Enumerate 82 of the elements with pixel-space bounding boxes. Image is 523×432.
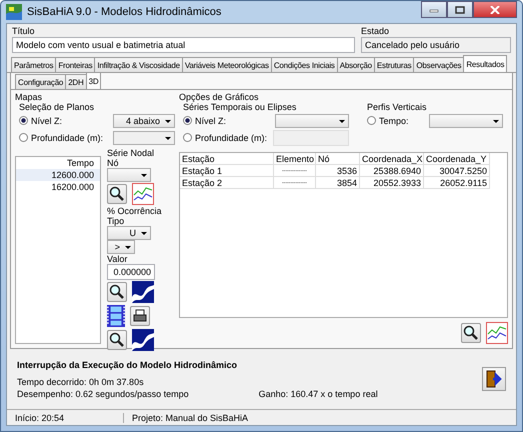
maximize-button[interactable] — [447, 1, 473, 18]
field-label: Tipo — [107, 216, 124, 226]
table-cell: Estação 2 — [180, 177, 274, 189]
dropdown[interactable]: > — [107, 240, 135, 254]
radio-option[interactable]: Profundidade (m): — [183, 132, 268, 142]
group-label: Mapas — [15, 92, 44, 102]
table-cell: 20552.3933 — [360, 177, 424, 189]
group-label: % Ocorrência — [107, 206, 162, 216]
close-icon — [490, 6, 500, 14]
radio-option[interactable]: Profundidade (m): — [19, 132, 104, 142]
minimize-icon — [429, 6, 439, 12]
minimize-button[interactable] — [421, 1, 447, 18]
window-title: SisBaHiA 9.0 - Modelos Hidrodinâmicos — [27, 6, 222, 18]
gain-text: Ganho: 160.47 x o tempo real — [258, 388, 378, 398]
maximize-icon — [455, 6, 465, 14]
tab[interactable]: Parâmetros — [11, 57, 56, 72]
group-label: Opções de Gráficos — [179, 92, 260, 102]
group-label: Perfis Verticais — [367, 102, 427, 112]
table-cell: Estação 1 — [180, 165, 274, 177]
search-button[interactable] — [461, 323, 481, 343]
column-header: Coordenada_Y — [424, 153, 490, 165]
line-chart-icon[interactable] — [132, 183, 154, 205]
tab[interactable]: Observações — [413, 57, 464, 72]
search-icon — [109, 284, 125, 300]
group-label: Séries Temporais ou Elipses — [183, 102, 296, 112]
dropdown[interactable]: U — [107, 226, 151, 240]
radio-option[interactable]: Nível Z: — [183, 116, 226, 126]
table-cell: 25388.6940 — [360, 165, 424, 177]
search-icon — [463, 325, 479, 341]
radio-option[interactable]: Nível Z: — [19, 116, 62, 126]
field-label: Estado — [361, 26, 390, 36]
search-button[interactable] — [107, 184, 127, 204]
title-field[interactable]: Modelo com vento usual e batimetria atual — [12, 37, 355, 53]
tab[interactable]: Resultados — [463, 55, 508, 72]
table-cell: 3536 — [316, 165, 360, 177]
tab[interactable]: Variáveis Meteorológicas — [182, 57, 272, 72]
tab[interactable]: Absorção — [336, 57, 375, 72]
field-label: Título — [12, 26, 36, 36]
search-button[interactable] — [107, 330, 127, 350]
list-item[interactable]: 16200.000 — [16, 181, 100, 193]
tab[interactable]: 3D — [86, 72, 102, 89]
column-header: Coordenada_X — [360, 153, 424, 165]
section-title: Interrupção da Execução do Modelo Hidrodinâmico — [17, 360, 238, 370]
exit-button[interactable] — [482, 367, 506, 391]
column-header: Tempo — [66, 157, 95, 169]
wave-map-icon[interactable] — [132, 329, 154, 351]
dropdown[interactable]: 4 abaixo — [113, 114, 175, 128]
status-field: Cancelado pelo usuário — [361, 37, 511, 53]
column-header: Nó — [316, 153, 360, 165]
tab[interactable]: Fronteiras — [55, 57, 96, 72]
status-text: Projeto: Manual do SisBaHiA — [131, 412, 250, 422]
line-chart-icon[interactable] — [486, 322, 508, 344]
tab[interactable]: Condições Iniciais — [270, 57, 338, 72]
list-item[interactable]: 12600.000 — [16, 169, 100, 181]
tab[interactable]: Infiltração & Viscosidade — [94, 57, 183, 72]
radio-option[interactable]: Tempo: — [367, 116, 409, 126]
field-label: Valor — [107, 254, 128, 264]
exit-door-icon — [485, 370, 503, 388]
search-icon — [109, 332, 125, 348]
group-label: Série Nodal — [107, 148, 154, 158]
film-strip-icon[interactable] — [107, 305, 125, 327]
table-cell: 3854 — [316, 177, 360, 189]
status-text: Início: 20:54 — [7, 412, 124, 422]
printer-icon — [133, 309, 147, 323]
tab[interactable]: 2DH — [65, 74, 87, 89]
search-button[interactable] — [107, 282, 127, 302]
print-button[interactable] — [130, 306, 150, 326]
table-cell: 30047.5250 — [424, 165, 490, 177]
performance-text: Desempenho: 0.62 segundos/passo tempo — [17, 388, 189, 398]
table-cell: 26052.9115 — [424, 177, 490, 189]
field-label: Nó — [107, 158, 119, 168]
column-header: Elemento — [274, 153, 316, 165]
column-header: Estação — [180, 153, 274, 165]
group-label: Seleção de Planos — [19, 102, 96, 112]
wave-map-icon[interactable] — [132, 281, 154, 303]
value-field[interactable]: 0.000000 — [107, 264, 155, 280]
close-button[interactable] — [473, 1, 517, 18]
app-icon — [6, 4, 22, 20]
tab[interactable]: Estruturas — [374, 57, 414, 72]
elapsed-time: Tempo decorrido: 0h 0m 37.80s — [17, 376, 145, 386]
search-icon — [109, 186, 125, 202]
tab[interactable]: Configuração — [15, 74, 66, 89]
